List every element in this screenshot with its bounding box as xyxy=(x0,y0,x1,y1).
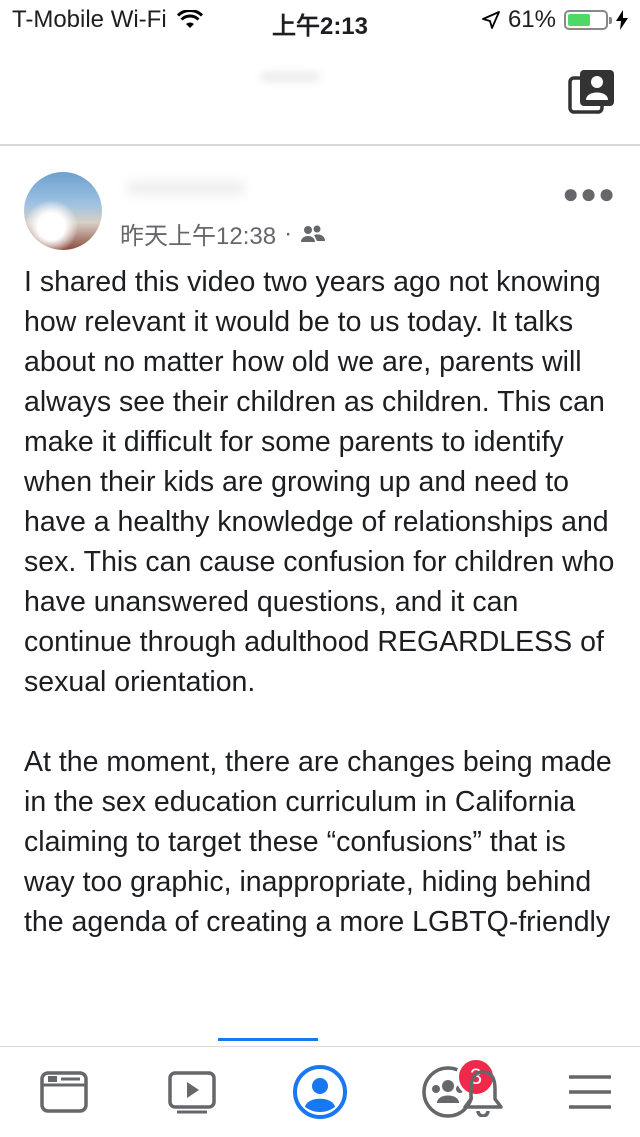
post-meta: 昨天上午12:38 · xyxy=(120,216,326,251)
battery-icon xyxy=(564,10,612,30)
author-avatar[interactable] xyxy=(24,172,102,250)
hamburger-menu-icon xyxy=(569,1075,611,1109)
charging-bolt-icon xyxy=(616,10,628,30)
friends-audience-icon[interactable] xyxy=(300,224,326,244)
battery-level xyxy=(568,14,590,26)
watch-video-icon xyxy=(168,1071,216,1114)
nav-bar xyxy=(0,40,640,146)
profile-card-icon xyxy=(568,70,614,114)
see-more-link-underline[interactable] xyxy=(218,1038,318,1041)
bell-icon xyxy=(463,1070,503,1117)
more-options-icon[interactable]: ●●● xyxy=(562,180,616,208)
meta-separator: · xyxy=(284,219,293,247)
post-paragraph: At the moment, there are changes being m… xyxy=(24,746,612,938)
tab-watch[interactable] xyxy=(128,1047,256,1137)
status-bar: T-Mobile Wi-Fi 上午2:13 61% xyxy=(0,0,640,40)
nav-title-redacted xyxy=(260,72,320,82)
tab-profile[interactable] xyxy=(256,1047,384,1137)
post: 昨天上午12:38 · ●●● I shared this video two … xyxy=(0,146,640,1046)
tab-news-feed[interactable] xyxy=(0,1047,128,1137)
battery-tip xyxy=(609,17,612,24)
location-arrow-icon xyxy=(482,11,500,29)
post-paragraph: I shared this video two years ago not kn… xyxy=(24,266,615,698)
tab-notifications[interactable] xyxy=(448,1047,518,1137)
status-right: 61% xyxy=(482,6,628,34)
tab-menu[interactable] xyxy=(540,1047,640,1137)
post-body: I shared this video two years ago not kn… xyxy=(24,262,624,942)
profile-icon xyxy=(293,1065,347,1119)
author-name-redacted[interactable] xyxy=(126,180,246,196)
tab-bar: 3 xyxy=(0,1046,640,1137)
post-timestamp[interactable]: 昨天上午12:38 xyxy=(120,216,276,251)
news-feed-icon xyxy=(40,1071,88,1113)
battery-percent: 61% xyxy=(507,6,556,33)
profile-switch-button[interactable] xyxy=(568,68,618,116)
